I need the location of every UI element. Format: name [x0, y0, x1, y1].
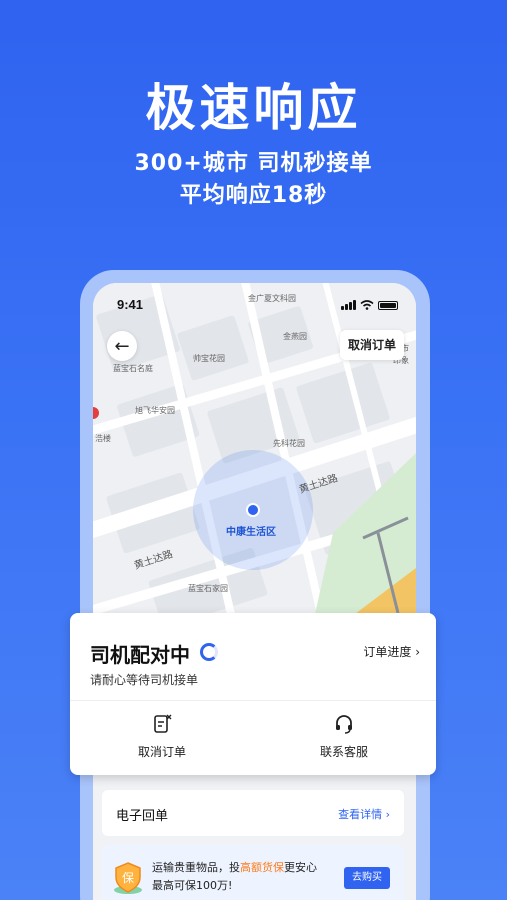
map-location-label: 中康生活区 — [226, 527, 276, 538]
order-status-title: 司机配对中 — [90, 643, 190, 667]
promo-line2: 最高可保100万! — [152, 879, 233, 892]
shield-icon: 保 — [114, 862, 142, 894]
order-status-subtitle: 请耐心等待司机接单 — [90, 673, 199, 687]
promo-text: 运输贵重物品，投高额货保更安心 最高可保100万! — [152, 859, 317, 895]
map-label: 帅宝花园 — [193, 354, 225, 363]
wifi-icon — [360, 300, 374, 310]
order-progress-link[interactable]: 订单进度 › — [363, 643, 420, 660]
status-time: 9:41 — [117, 297, 144, 312]
buy-insurance-button[interactable]: 去购买 — [344, 867, 390, 889]
loading-spinner-icon — [200, 643, 218, 661]
divider — [70, 700, 436, 701]
shield-badge-text: 保 — [122, 871, 134, 885]
map-view[interactable]: 金广夏文科园 蓝宝石名庭 帅宝花园 金燕园 旭飞华安园 浩楼 先科花园 黄土达路… — [93, 283, 416, 628]
e-receipt-row[interactable]: 电子回单 查看详情 › — [102, 790, 404, 836]
promo-highlight: 高额货保 — [240, 861, 284, 874]
map-label: 金燕园 — [283, 332, 307, 341]
cancel-order-label: 取消订单 — [137, 745, 186, 759]
map-label: 先科花园 — [273, 439, 305, 448]
map-label: 蓝宝石名庭 — [113, 364, 153, 373]
cancel-order-top-button[interactable]: 取消订单 — [339, 330, 404, 360]
cancel-document-icon — [154, 714, 172, 733]
contact-support-label: 联系客服 — [319, 745, 368, 759]
order-status-card: 司机配对中 订单进度 › 请耐心等待司机接单 取消订单 联系客服 — [70, 613, 436, 775]
e-receipt-label: 电子回单 — [116, 809, 169, 824]
cancel-order-button[interactable]: 取消订单 — [102, 713, 222, 760]
hero-subtitle-1: 300+城市 司机秒接单 — [134, 151, 373, 176]
headset-icon — [336, 715, 352, 734]
contact-support-button[interactable]: 联系客服 — [284, 713, 404, 760]
status-bar: 9:41 — [117, 297, 398, 315]
battery-icon — [378, 301, 398, 310]
map-label: 浩楼 — [95, 434, 111, 443]
back-button[interactable]: ← — [107, 331, 137, 361]
insurance-promo-banner[interactable]: 保 运输贵重物品，投高额货保更安心 最高可保100万! 去购买 — [102, 845, 404, 900]
signal-icon — [341, 300, 356, 310]
map-label: 旭飞华安园 — [135, 406, 175, 415]
map-label: 蓝宝石家园 — [188, 584, 228, 593]
hero-subtitle-2: 平均响应18秒 — [179, 183, 328, 208]
hero-title: 极速响应 — [145, 79, 362, 137]
arrow-left-icon: ← — [114, 335, 130, 357]
promo-text-before: 运输贵重物品，投 — [152, 861, 240, 874]
view-details-link[interactable]: 查看详情 › — [338, 806, 390, 822]
promo-text-after: 更安心 — [284, 861, 317, 874]
